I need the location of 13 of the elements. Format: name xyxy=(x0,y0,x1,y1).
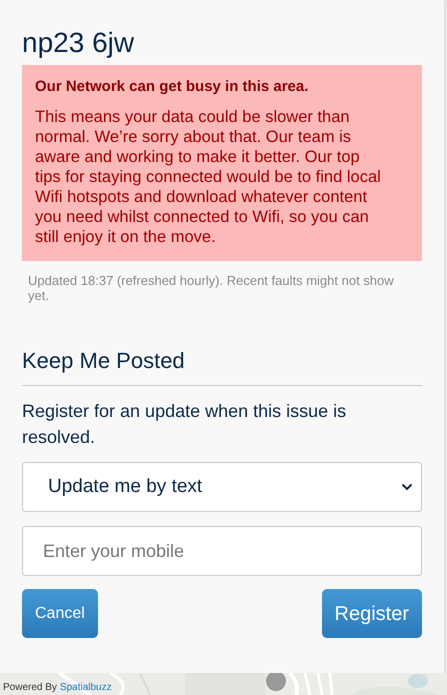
register-prompt: Register for an update when this issue is resolved. xyxy=(22,400,348,449)
chevron-down-icon xyxy=(401,483,413,491)
section-heading: Keep Me Posted xyxy=(22,347,186,375)
cancel-button[interactable]: Cancel xyxy=(22,589,98,638)
attribution-text: Powered By xyxy=(3,682,57,694)
alert-heading: Our Network can get busy in this area. xyxy=(35,77,310,97)
attribution-link[interactable]: Spatialbuzz xyxy=(60,682,112,694)
updated-note: Updated 18:37 (refreshed hourly). Recent faults might not show yet. xyxy=(27,273,395,303)
alert-message: This means your data could be slower than normal. We’re sorry about that. Our team is aware and working to make it better. Our top tips for staying connected would be to find local Wifi hotspots and download whatever content you need whilst connected to Wifi, so you can still enjoy it on the move. xyxy=(35,107,382,247)
register-button[interactable]: Register xyxy=(322,589,422,638)
update-method-select[interactable]: Update me by text xyxy=(22,462,422,512)
mobile-input-field[interactable]: Enter your mobile xyxy=(22,526,422,576)
location-title: np23 6jw xyxy=(22,26,136,60)
